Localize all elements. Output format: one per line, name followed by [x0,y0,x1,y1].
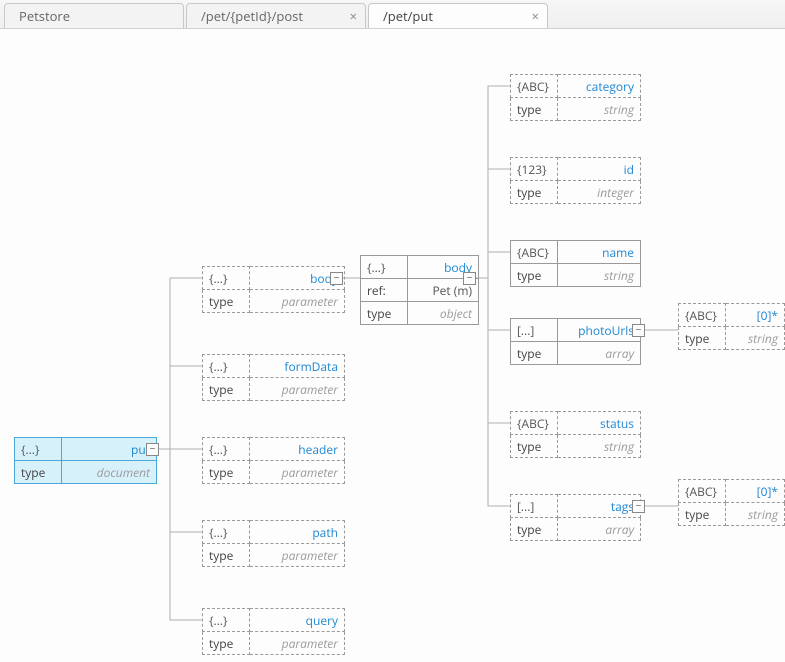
node-name[interactable]: {ABC}nametypestring [510,240,641,287]
node-prop-val: array [558,342,641,365]
diagram-canvas[interactable]: {...}puttypedocument − {...}bodytypepara… [0,29,785,662]
node-prop-key: type [679,327,726,350]
node-prop-key: type [203,378,250,401]
type-icon: {...} [203,609,250,632]
type-icon: [...] [511,319,558,342]
node-param-header[interactable]: {...}headertypeparameter [202,437,345,484]
collapse-toggle[interactable]: − [632,500,645,513]
node-category[interactable]: {ABC}categorytypestring [510,74,641,121]
tab-label: Petstore [19,7,70,25]
node-param-query[interactable]: {...}querytypeparameter [202,608,345,655]
node-prop-key: type [203,544,250,567]
node-prop-key: type [203,290,250,313]
connector-lines [0,29,785,662]
type-icon: {...} [15,438,62,461]
node-tags-item[interactable]: {ABC}[0]*typestring [678,479,785,526]
tab-petstore[interactable]: Petstore [4,3,184,28]
node-param-formdata[interactable]: {...}formDatatypeparameter [202,354,345,401]
node-param-body[interactable]: {...}bodytypeparameter [202,266,345,313]
node-prop-val: string [558,435,641,458]
node-prop-key: ref: [361,279,408,302]
node-prop-val: object [408,302,479,325]
type-icon: {ABC} [679,304,726,327]
type-icon: {...} [361,256,408,279]
node-title: id [558,158,641,181]
node-title: formData [250,355,345,378]
node-status[interactable]: {ABC}statustypestring [510,411,641,458]
tab-pet-put[interactable]: /pet/put × [368,3,548,28]
node-title: put [62,438,157,461]
node-title: photoUrls [558,319,641,342]
node-title: status [558,412,641,435]
node-prop-key: type [361,302,408,325]
node-prop-key: type [203,632,250,655]
node-prop-val: parameter [250,632,345,655]
node-prop-val: parameter [250,378,345,401]
collapse-toggle[interactable]: − [146,443,159,456]
node-title: header [250,438,345,461]
node-prop-val: string [725,327,784,350]
tab-label: /pet/put [383,7,433,25]
node-prop-key: type [511,435,558,458]
node-title: [0]* [725,480,784,503]
node-put[interactable]: {...}puttypedocument [14,437,157,484]
node-prop-key: type [679,503,726,526]
close-icon[interactable]: × [532,7,539,25]
node-prop-val: parameter [250,290,345,313]
node-prop-key: type [511,181,558,204]
node-id[interactable]: {123}idtypeinteger [510,157,641,204]
node-prop-val: parameter [250,544,345,567]
node-prop-key: type [511,98,558,121]
collapse-toggle[interactable]: − [463,272,476,285]
node-prop-key: type [15,461,62,484]
node-title: [0]* [725,304,784,327]
node-title: name [558,241,641,264]
collapse-toggle[interactable]: − [632,324,645,337]
node-prop-val: parameter [250,461,345,484]
node-prop-val: string [558,98,641,121]
node-prop-val: document [62,461,157,484]
node-photourls[interactable]: [...]photoUrlstypearray [510,318,641,365]
type-icon: {123} [511,158,558,181]
node-tags[interactable]: [...]tagstypearray [510,494,641,541]
node-title: tags [558,495,641,518]
type-icon: {...} [203,267,250,290]
type-icon: {ABC} [511,412,558,435]
node-prop-val: string [558,264,641,287]
node-prop-key: type [511,518,558,541]
node-prop-key: type [203,461,250,484]
type-icon: [...] [511,495,558,518]
tab-pet-post[interactable]: /pet/{petId}/post × [186,3,366,28]
node-title: query [250,609,345,632]
node-title: category [558,75,641,98]
node-prop-val: array [558,518,641,541]
node-prop-key: type [511,342,558,365]
type-icon: {...} [203,521,250,544]
tab-bar: Petstore /pet/{petId}/post × /pet/put × [0,0,785,29]
tab-label: /pet/{petId}/post [201,7,303,25]
type-icon: {ABC} [511,241,558,264]
node-prop-val: string [725,503,784,526]
node-prop-val: integer [558,181,641,204]
type-icon: {ABC} [679,480,726,503]
node-param-path[interactable]: {...}pathtypeparameter [202,520,345,567]
node-photourls-item[interactable]: {ABC}[0]*typestring [678,303,785,350]
type-icon: {...} [203,438,250,461]
type-icon: {ABC} [511,75,558,98]
node-prop-key: type [511,264,558,287]
close-icon[interactable]: × [350,7,357,25]
node-body[interactable]: {...}bodyref:Pet (m)typeobject [360,255,479,325]
node-title: path [250,521,345,544]
collapse-toggle[interactable]: − [330,272,343,285]
type-icon: {...} [203,355,250,378]
